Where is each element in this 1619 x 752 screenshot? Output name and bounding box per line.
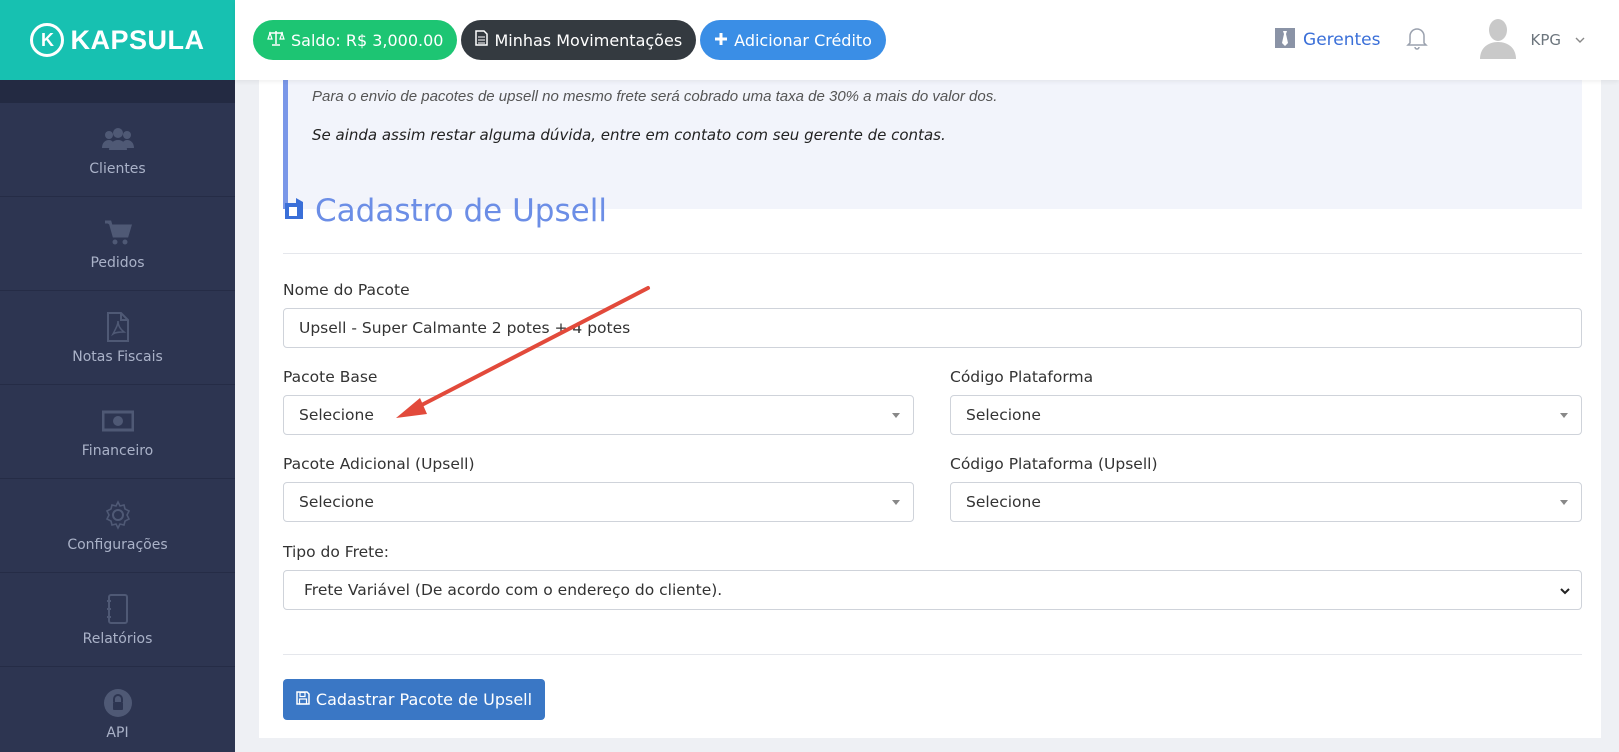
nome-do-pacote-input[interactable]: Upsell - Super Calmante 2 potes + 4 pote… xyxy=(283,308,1582,348)
sidebar-item-notas-fiscais[interactable]: Notas Fiscais xyxy=(0,291,235,385)
section-title: Cadastro de Upsell xyxy=(283,193,607,229)
sidebar-item-label: API xyxy=(106,724,129,741)
caret-down-icon xyxy=(1560,413,1568,418)
sidebar-item-label: Relatórios xyxy=(82,630,153,647)
adicionar-credito-button[interactable]: Adicionar Crédito xyxy=(700,20,886,60)
notice-text: Se ainda assim restar alguma dúvida, ent… xyxy=(312,126,946,144)
sidebar-item-financeiro[interactable]: Financeiro xyxy=(0,385,235,479)
tipo-do-frete-label: Tipo do Frete: xyxy=(283,543,389,561)
upsell-form-card: Para o envio de pacotes de upsell no mes… xyxy=(259,60,1601,738)
saldo-button[interactable]: Saldo: R$ 3,000.00 xyxy=(253,20,458,60)
pacote-base-select[interactable]: Selecione xyxy=(283,395,914,435)
info-notice: Para o envio de pacotes de upsell no mes… xyxy=(283,76,1582,209)
pacote-base-value: Selecione xyxy=(299,406,374,424)
codigo-plataforma-value: Selecione xyxy=(966,406,1041,424)
sidebar-item-label: Configurações xyxy=(67,536,168,553)
caret-down-icon xyxy=(892,500,900,505)
brand-logo[interactable]: K KAPSULA xyxy=(0,0,235,80)
sidebar-item-pedidos[interactable]: Pedidos xyxy=(0,197,235,291)
sidebar-item-label: Pedidos xyxy=(90,254,145,271)
user-name: KPG xyxy=(1530,31,1561,49)
nome-do-pacote-label: Nome do Pacote xyxy=(283,281,410,299)
saldo-label: Saldo: R$ 3,000.00 xyxy=(291,30,444,50)
gear-icon xyxy=(102,499,134,531)
chevron-down-icon xyxy=(1575,31,1585,49)
tipo-do-frete-value: Frete Variável (De acordo com o endereço… xyxy=(304,581,723,599)
gerentes-link[interactable]: Gerentes xyxy=(1275,27,1381,53)
sidebar-item-relatorios[interactable]: Relatórios xyxy=(0,573,235,667)
sidebar-item-label: Financeiro xyxy=(81,442,154,459)
brand-name: KAPSULA xyxy=(70,24,205,55)
bell-icon[interactable] xyxy=(1406,26,1429,55)
submit-label: Cadastrar Pacote de Upsell xyxy=(315,690,533,709)
page-title: Cadastro de Upsell xyxy=(315,193,607,229)
sidebar: K KAPSULA Clientes Pedidos Notas Fiscais… xyxy=(0,0,235,752)
notice-cut-line: Para o envio de pacotes de upsell no mes… xyxy=(312,88,998,105)
codigo-plataforma-select[interactable]: Selecione xyxy=(950,395,1582,435)
cart-icon xyxy=(102,217,134,249)
codigo-plataforma-upsell-select[interactable]: Selecione xyxy=(950,482,1582,522)
divider xyxy=(283,253,1582,254)
chevron-down-icon xyxy=(1559,583,1571,601)
notebook-icon xyxy=(102,593,134,625)
sidebar-item-configuracoes[interactable]: Configurações xyxy=(0,479,235,573)
sidebar-item-api[interactable]: API xyxy=(0,667,235,752)
gerentes-label: Gerentes xyxy=(1303,30,1381,50)
lock-icon xyxy=(102,687,134,719)
movimentacoes-label: Minhas Movimentações xyxy=(494,30,683,50)
pacote-adicional-label: Pacote Adicional (Upsell) xyxy=(283,455,475,473)
pacote-adicional-value: Selecione xyxy=(299,493,374,511)
avatar xyxy=(1480,17,1517,64)
tipo-do-frete-select[interactable]: Frete Variável (De acordo com o endereço… xyxy=(283,570,1582,610)
codigo-plataforma-upsell-value: Selecione xyxy=(966,493,1041,511)
sidebar-item-label: Notas Fiscais xyxy=(72,348,163,365)
document-icon xyxy=(475,30,489,50)
codigo-plataforma-upsell-label: Código Plataforma (Upsell) xyxy=(950,455,1158,473)
cadastrar-pacote-upsell-button[interactable]: Cadastrar Pacote de Upsell xyxy=(283,679,545,720)
adicionar-label: Adicionar Crédito xyxy=(734,30,872,50)
sidebar-item-label: Clientes xyxy=(89,160,146,177)
caret-down-icon xyxy=(1560,500,1568,505)
box-icon xyxy=(283,197,305,226)
codigo-plataforma-label: Código Plataforma xyxy=(950,368,1094,386)
balance-scale-icon xyxy=(267,30,285,50)
sidebar-item-clientes[interactable]: Clientes xyxy=(0,103,235,197)
pdf-file-icon xyxy=(102,311,134,343)
manager-tie-icon xyxy=(1275,27,1296,53)
pacote-adicional-select[interactable]: Selecione xyxy=(283,482,914,522)
divider xyxy=(283,654,1582,655)
kapsula-logo-icon: K xyxy=(30,23,65,57)
minhas-movimentacoes-button[interactable]: Minhas Movimentações xyxy=(461,20,697,60)
pacote-base-label: Pacote Base xyxy=(283,368,378,386)
user-menu[interactable]: KPG xyxy=(1480,17,1585,64)
caret-down-icon xyxy=(892,413,900,418)
money-icon xyxy=(101,405,134,437)
plus-icon xyxy=(714,31,728,50)
top-bar: Saldo: R$ 3,000.00 Minhas Movimentações … xyxy=(235,0,1619,80)
users-icon xyxy=(101,123,134,155)
sidebar-strip xyxy=(0,80,235,103)
save-icon xyxy=(296,690,310,709)
